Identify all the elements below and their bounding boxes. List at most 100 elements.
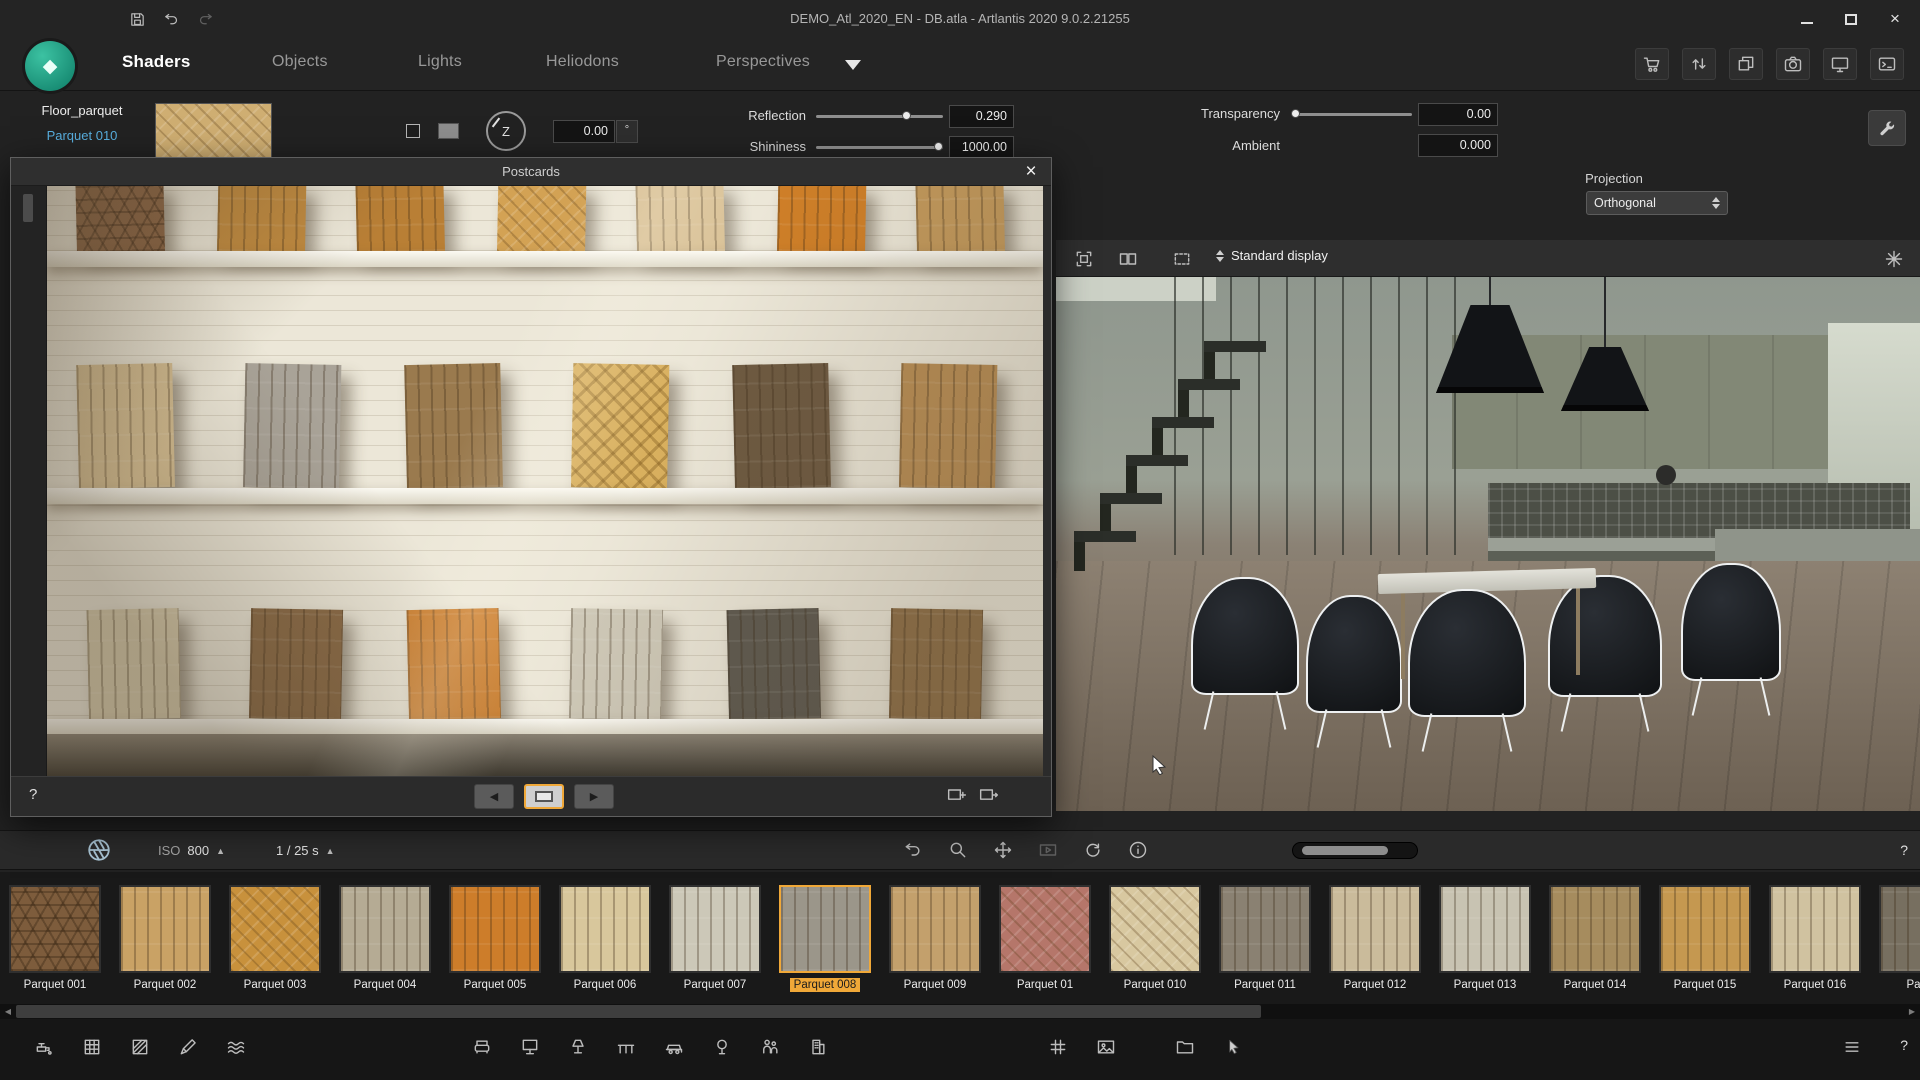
shader-thumbnail[interactable] xyxy=(119,885,211,973)
catalog-item[interactable]: Parquet 009 xyxy=(880,872,990,1004)
catalog-item[interactable]: Parquet 006 xyxy=(550,872,660,1004)
shader-thumbnail[interactable] xyxy=(1549,885,1641,973)
car-icon[interactable] xyxy=(662,1035,686,1059)
shader-thumbnail[interactable] xyxy=(999,885,1091,973)
list-icon[interactable] xyxy=(1840,1035,1864,1059)
catalog-item[interactable]: Parquet 015 xyxy=(1650,872,1760,1004)
snowflake-icon[interactable] xyxy=(1880,246,1908,271)
shader-thumbnail[interactable] xyxy=(669,885,761,973)
shininess-slider-thumb[interactable] xyxy=(934,142,943,151)
catalog-item[interactable]: Parquet 014 xyxy=(1540,872,1650,1004)
shininess-slider[interactable] xyxy=(816,146,943,149)
catalog-item[interactable]: Parquet 016 xyxy=(1760,872,1870,1004)
cart-icon[interactable] xyxy=(1635,48,1669,80)
shader-thumbnail[interactable] xyxy=(889,885,981,973)
postcard-image[interactable] xyxy=(47,186,1043,776)
slider-thumb[interactable] xyxy=(1302,846,1388,855)
catalog-item[interactable]: Parquet 002 xyxy=(110,872,220,1004)
iso-control[interactable]: ISO 800 ▲ xyxy=(158,843,225,858)
catalog-item[interactable]: Parquet 003 xyxy=(220,872,330,1004)
shader-thumbnail[interactable] xyxy=(779,885,871,973)
stripes-icon[interactable] xyxy=(128,1035,152,1059)
iso-stepper-icon[interactable]: ▲ xyxy=(216,846,225,856)
catalog-item[interactable]: Parquet 004 xyxy=(330,872,440,1004)
rotation-dial[interactable]: Z xyxy=(486,111,526,151)
postcards-close-icon[interactable]: × xyxy=(1019,160,1043,184)
catalog-item[interactable]: Parquet 01 xyxy=(990,872,1100,1004)
pan-icon[interactable] xyxy=(988,836,1018,864)
grid-icon[interactable] xyxy=(1046,1035,1070,1059)
iso-value[interactable]: 800 xyxy=(187,843,209,858)
catalog-item[interactable]: Parquet 005 xyxy=(440,872,550,1004)
catalog-scrollbar[interactable]: ◀ ▶ xyxy=(0,1004,1920,1019)
zoom-icon[interactable] xyxy=(943,836,973,864)
scroll-left-icon[interactable]: ◀ xyxy=(0,1004,16,1019)
catalog-item[interactable]: Parquet 008 xyxy=(770,872,880,1004)
folder-icon[interactable] xyxy=(1173,1035,1197,1059)
catalog-strip[interactable]: Parquet 001Parquet 002Parquet 003Parquet… xyxy=(0,872,1920,1004)
shader-thumbnail[interactable] xyxy=(1109,885,1201,973)
shader-thumbnail[interactable] xyxy=(1219,885,1311,973)
transparency-slider[interactable] xyxy=(1292,113,1412,116)
image-icon[interactable] xyxy=(1094,1035,1118,1059)
catalog-item[interactable]: Parquet 007 xyxy=(660,872,770,1004)
previous-postcard-button[interactable]: ◀ xyxy=(474,784,514,809)
postcards-scrollbar[interactable] xyxy=(11,186,47,776)
rotation-input[interactable]: 0.00 xyxy=(553,120,615,143)
shader-thumbnail[interactable] xyxy=(9,885,101,973)
shader-thumbnail[interactable] xyxy=(229,885,321,973)
dual-view-icon[interactable] xyxy=(1114,246,1142,271)
console-icon[interactable] xyxy=(1870,48,1904,80)
shader-name[interactable]: Parquet 010 xyxy=(12,128,152,143)
shader-thumbnail[interactable] xyxy=(1439,885,1531,973)
shader-thumbnail[interactable] xyxy=(339,885,431,973)
close-button[interactable]: × xyxy=(1886,10,1904,28)
render-region-icon[interactable] xyxy=(1168,246,1196,271)
reflection-value[interactable]: 0.290 xyxy=(949,105,1014,128)
tab-lights[interactable]: Lights xyxy=(418,53,462,71)
reflection-slider[interactable] xyxy=(816,115,943,118)
ambient-value[interactable]: 0.000 xyxy=(1418,134,1498,157)
transparency-value[interactable]: 0.00 xyxy=(1418,103,1498,126)
shader-thumbnail[interactable] xyxy=(1769,885,1861,973)
shader-thumbnail[interactable] xyxy=(449,885,541,973)
shader-thumbnail[interactable] xyxy=(1329,885,1421,973)
catalog-item[interactable]: Parquet 013 xyxy=(1430,872,1540,1004)
render-viewport[interactable] xyxy=(1056,277,1920,811)
shutter-stepper-icon[interactable]: ▲ xyxy=(326,846,335,856)
seat-icon[interactable] xyxy=(470,1035,494,1059)
tab-shaders[interactable]: Shaders xyxy=(122,52,191,72)
tab-perspectives[interactable]: Perspectives xyxy=(716,53,810,71)
lamp-icon[interactable] xyxy=(566,1035,590,1059)
add-postcard-icon[interactable] xyxy=(947,785,967,810)
building-icon[interactable] xyxy=(806,1035,830,1059)
minimize-button[interactable] xyxy=(1798,10,1816,28)
next-postcard-button[interactable]: ▶ xyxy=(574,784,614,809)
catalog-item[interactable]: Parquet 012 xyxy=(1320,872,1430,1004)
transparency-slider-thumb[interactable] xyxy=(1291,109,1300,118)
postcards-help-button[interactable]: ? xyxy=(29,786,37,803)
people-icon[interactable] xyxy=(758,1035,782,1059)
current-postcard-button[interactable] xyxy=(524,784,564,809)
preview-quality-slider[interactable] xyxy=(1292,842,1418,859)
catalog-item[interactable]: Parque xyxy=(1870,872,1920,1004)
catalog-item[interactable]: Parquet 011 xyxy=(1210,872,1320,1004)
reflection-slider-thumb[interactable] xyxy=(902,111,911,120)
export-postcard-icon[interactable] xyxy=(979,785,999,810)
pen-icon[interactable] xyxy=(176,1035,200,1059)
scroll-right-icon[interactable]: ▶ xyxy=(1904,1004,1920,1019)
refresh-icon[interactable] xyxy=(1078,836,1108,864)
catalog-item[interactable]: Parquet 010 xyxy=(1100,872,1210,1004)
plant-icon[interactable] xyxy=(710,1035,734,1059)
cursor-icon[interactable] xyxy=(1221,1035,1245,1059)
render-icon[interactable] xyxy=(1033,836,1063,864)
transfer-icon[interactable] xyxy=(1682,48,1716,80)
tab-heliodons[interactable]: Heliodons xyxy=(546,53,619,71)
help-button[interactable]: ? xyxy=(1900,842,1908,858)
shutter-control[interactable]: 1 / 25 s ▲ xyxy=(276,843,335,858)
shader-settings-button[interactable] xyxy=(1868,110,1906,146)
camera-icon[interactable] xyxy=(1776,48,1810,80)
fit-view-icon[interactable] xyxy=(1070,246,1098,271)
display-icon[interactable] xyxy=(1823,48,1857,80)
rotation-unit[interactable]: ° xyxy=(616,120,638,143)
